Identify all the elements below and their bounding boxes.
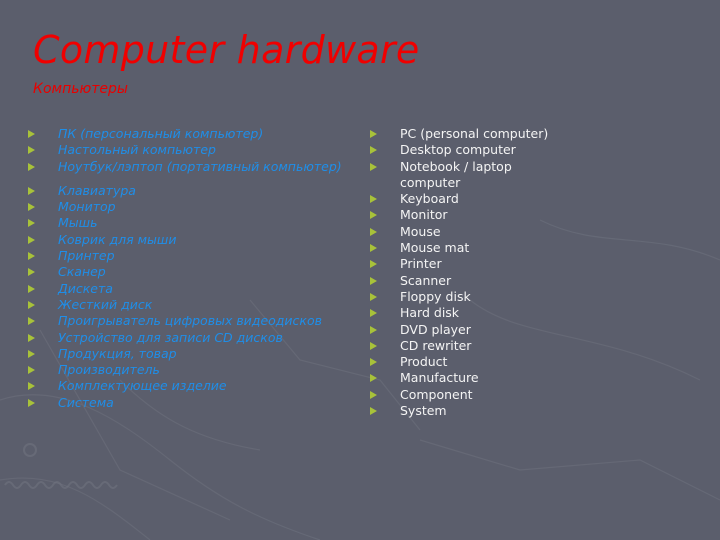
triangle-bullet-icon xyxy=(28,366,35,375)
triangle-bullet-icon xyxy=(28,203,35,212)
triangle-bullet-icon xyxy=(370,292,377,301)
list-item: ПК (персональный компьютер) xyxy=(27,126,357,142)
list-item: DVD player xyxy=(369,322,559,338)
triangle-bullet-icon xyxy=(370,260,377,269)
triangle-bullet-icon xyxy=(370,244,377,253)
list-item: Дискета xyxy=(27,281,357,297)
triangle-bullet-icon xyxy=(370,358,377,367)
triangle-bullet-icon xyxy=(28,146,35,155)
list-item: Настольный компьютер xyxy=(27,142,357,158)
triangle-bullet-icon xyxy=(28,317,35,326)
list-item: CD rewriter xyxy=(369,338,559,354)
triangle-bullet-icon xyxy=(370,211,377,220)
list-item: Устройство для записи CD дисков xyxy=(27,330,357,346)
triangle-bullet-icon xyxy=(28,130,35,138)
list-item: Монитор xyxy=(27,199,357,215)
list-item: Printer xyxy=(369,256,559,272)
list-item: Ноутбук/лэптоп (портативный компьютер) xyxy=(27,159,357,175)
list-item: Принтер xyxy=(27,248,357,264)
triangle-bullet-icon xyxy=(370,227,377,236)
list-item: Продукция, товар xyxy=(27,346,357,362)
list-item: Component xyxy=(369,387,559,403)
triangle-bullet-icon xyxy=(28,284,35,293)
triangle-bullet-icon xyxy=(370,325,377,334)
slide-subtitle: Компьютеры xyxy=(33,81,128,97)
triangle-bullet-icon xyxy=(28,398,35,407)
triangle-bullet-icon xyxy=(28,186,35,195)
list-item: Система xyxy=(27,395,357,411)
list-item: System xyxy=(369,403,559,419)
english-terms-list: PC (personal computer) Desktop computer … xyxy=(369,126,559,419)
triangle-bullet-icon xyxy=(370,276,377,285)
list-item: PC (personal computer) xyxy=(369,126,559,142)
list-item: Коврик для мыши xyxy=(27,232,357,248)
triangle-bullet-icon xyxy=(370,341,377,350)
list-item: Scanner xyxy=(369,273,559,289)
triangle-bullet-icon xyxy=(28,333,35,342)
triangle-bullet-icon xyxy=(28,349,35,358)
triangle-bullet-icon xyxy=(370,162,377,171)
list-item: Desktop computer xyxy=(369,142,559,158)
triangle-bullet-icon xyxy=(28,252,35,261)
triangle-bullet-icon xyxy=(370,374,377,383)
triangle-bullet-icon xyxy=(28,235,35,244)
triangle-bullet-icon xyxy=(370,146,377,155)
triangle-bullet-icon xyxy=(370,407,377,416)
triangle-bullet-icon xyxy=(28,268,35,277)
triangle-bullet-icon xyxy=(370,390,377,399)
list-item: Мышь xyxy=(27,215,357,231)
slide-title: Computer hardware xyxy=(33,28,420,72)
list-item: Жесткий диск xyxy=(27,297,357,313)
russian-terms-list: ПК (персональный компьютер) Настольный к… xyxy=(27,126,357,411)
list-item: Клавиатура xyxy=(27,183,357,199)
triangle-bullet-icon xyxy=(370,195,377,204)
list-item: Mouse mat xyxy=(369,240,559,256)
triangle-bullet-icon xyxy=(28,219,35,228)
triangle-bullet-icon xyxy=(370,309,377,318)
triangle-bullet-icon xyxy=(28,162,35,171)
list-item: Производитель xyxy=(27,362,357,378)
list-item: Product xyxy=(369,354,559,370)
list-item: Manufacture xyxy=(369,370,559,386)
list-item: Floppy disk xyxy=(369,289,559,305)
triangle-bullet-icon xyxy=(28,382,35,391)
triangle-bullet-icon xyxy=(28,300,35,309)
list-item: Проигрыватель цифровых видеодисков xyxy=(27,313,357,329)
triangle-bullet-icon xyxy=(370,130,377,138)
list-item: Комплектующее изделие xyxy=(27,378,357,394)
list-item: Mouse xyxy=(369,224,559,240)
list-item: Сканер xyxy=(27,264,357,280)
list-item: Notebook / laptop computer xyxy=(369,159,559,192)
list-item: Monitor xyxy=(369,207,559,223)
list-item: Keyboard xyxy=(369,191,559,207)
list-item: Hard disk xyxy=(369,305,559,321)
